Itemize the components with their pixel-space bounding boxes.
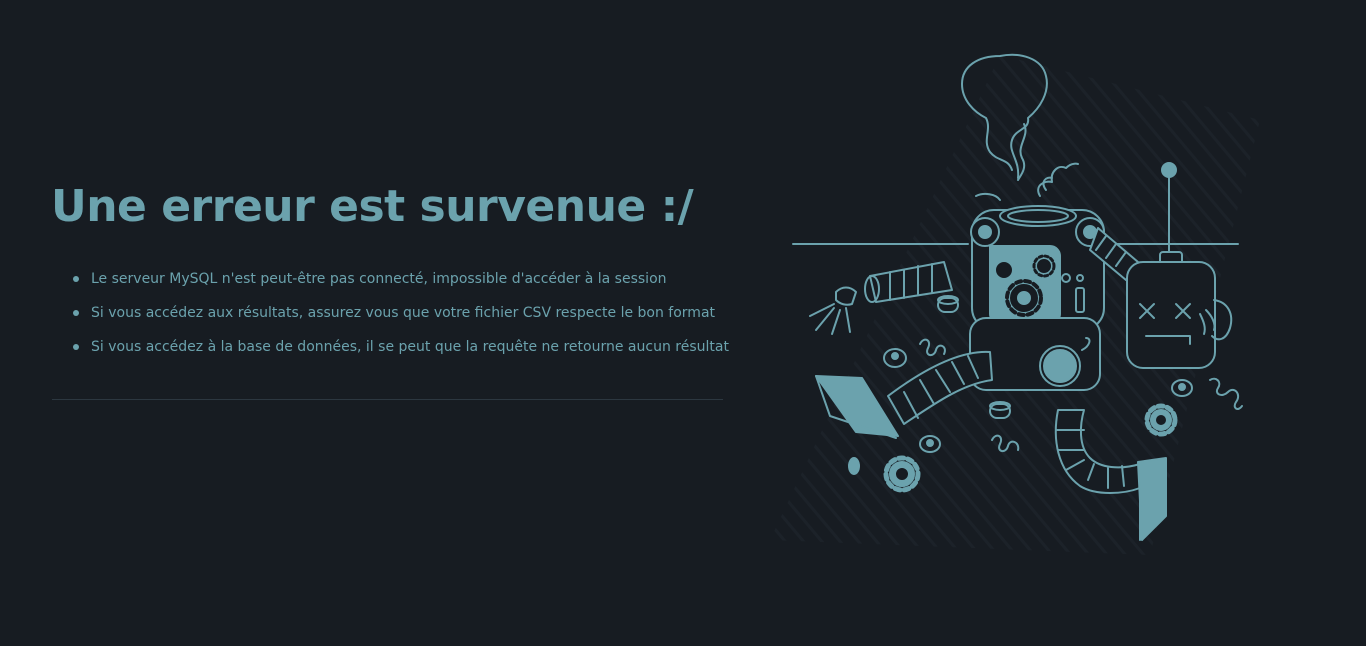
error-message: Si vous accédez aux résultats, assurez v…	[91, 305, 716, 321]
bullet-icon	[73, 276, 79, 282]
error-page: Une erreur est survenue :/ Le serveur My…	[0, 0, 1366, 646]
list-item: Si vous accédez aux résultats, assurez v…	[73, 296, 723, 330]
bullet-icon	[73, 344, 79, 350]
error-message-list: Le serveur MySQL n'est peut-être pas con…	[51, 262, 729, 364]
list-item: Le serveur MySQL n'est peut-être pas con…	[73, 262, 723, 296]
error-message: Le serveur MySQL n'est peut-être pas con…	[91, 271, 667, 287]
bullet-icon	[73, 310, 79, 316]
error-message: Si vous accédez à la base de données, il…	[91, 339, 729, 355]
error-content: Une erreur est survenue :/ Le serveur My…	[51, 178, 729, 408]
broken-robot-illustration	[760, 40, 1260, 555]
list-item: Si vous accédez à la base de données, il…	[73, 330, 729, 364]
divider	[51, 399, 723, 400]
page-title: Une erreur est survenue :/	[51, 181, 694, 232]
